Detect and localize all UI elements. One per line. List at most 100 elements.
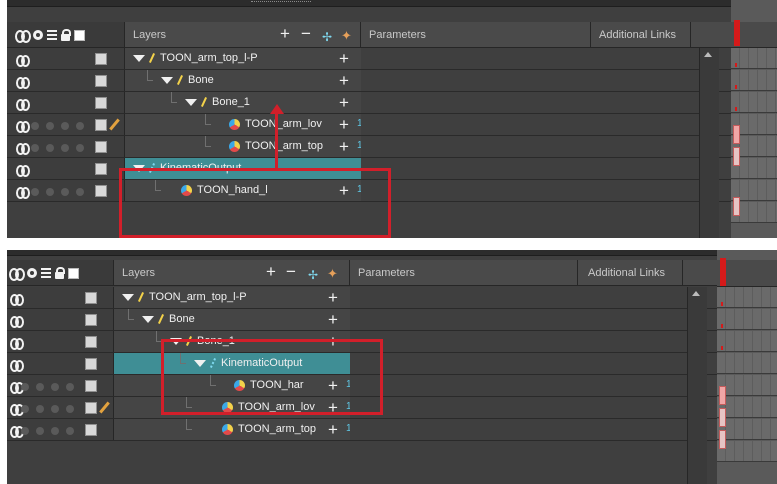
layer-color-swatch[interactable] [85,336,97,348]
layer-toggle-dot[interactable] [46,188,54,196]
visibility-icon[interactable] [16,55,30,67]
add-drawing-icon[interactable]: ✦ [327,264,338,284]
layer-row[interactable]: Bone_1 + [7,331,777,353]
remove-layer-icon[interactable]: − [301,24,311,44]
layer-row[interactable]: TOON_arm_lov +1 [7,114,777,136]
layer-name-cell[interactable]: Bone + [125,70,361,91]
add-param-icon[interactable]: + [339,115,349,135]
scroll-up-icon[interactable] [704,52,712,57]
frame-row[interactable] [731,92,777,113]
layer-toggle-dot[interactable] [61,144,69,152]
layer-color-swatch[interactable] [95,75,107,87]
layer-row[interactable]: TOON_arm_top_l-P + [7,48,777,70]
visibility-icon[interactable] [16,187,30,199]
visibility-icon[interactable] [16,143,30,155]
lock-all-icon[interactable] [61,28,71,41]
playhead-marker[interactable] [720,258,726,286]
layer-color-swatch[interactable] [95,53,107,65]
enable-all-icon[interactable] [33,30,43,40]
frame-row[interactable] [717,353,777,374]
layer-toggle-dot[interactable] [66,383,74,391]
layer-color-swatch[interactable] [95,185,107,197]
add-peg-icon[interactable]: ✢ [308,265,318,285]
layer-toggle-dot[interactable] [36,405,44,413]
visibility-icon[interactable] [16,77,30,89]
visibility-icon[interactable] [10,338,24,350]
layer-toggle-dot[interactable] [51,405,59,413]
frame-row[interactable] [717,331,777,352]
color-swatch-icon[interactable] [74,29,85,41]
show-all-icon[interactable] [9,268,25,281]
visibility-icon[interactable] [16,99,30,111]
layer-toggle-dot[interactable] [61,122,69,130]
add-param-icon[interactable]: + [328,420,338,440]
layer-toggle-dot[interactable] [31,122,39,130]
expand-triangle-icon[interactable] [185,98,197,106]
frames-timeline[interactable] [717,250,777,484]
expand-triangle-icon[interactable] [142,315,154,323]
layer-toggle-dot[interactable] [76,188,84,196]
layer-color-swatch[interactable] [85,314,97,326]
layer-toggle-dot[interactable] [66,427,74,435]
layer-toggle-dot[interactable] [31,188,39,196]
layer-color-swatch[interactable] [85,292,97,304]
layer-row[interactable]: Bone + [7,70,777,92]
frame-row[interactable] [717,375,777,396]
visibility-icon[interactable] [10,360,24,372]
add-param-icon[interactable]: + [339,71,349,91]
exposure-cell[interactable] [733,125,740,144]
frame-row[interactable] [717,287,777,308]
layer-color-swatch[interactable] [85,424,97,436]
animate-mode-icon[interactable] [47,30,57,40]
layer-toggle-dot[interactable] [36,383,44,391]
layer-row[interactable]: TOON_arm_top +1 [7,419,777,441]
visibility-icon[interactable] [16,165,30,177]
layer-name-cell[interactable]: Bone + [114,309,350,330]
add-drawing-icon[interactable]: ✦ [341,26,352,46]
layer-name-cell[interactable]: TOON_arm_top +1 [125,136,363,157]
frame-row[interactable] [717,309,777,330]
layer-row[interactable]: TOON_arm_lov +1 [7,397,777,419]
frame-row[interactable] [717,441,777,462]
layer-toggle-dot[interactable] [46,144,54,152]
scroll-up-icon[interactable] [692,291,700,296]
layer-toggle-dot[interactable] [51,427,59,435]
show-all-icon[interactable] [15,30,31,43]
layer-name-cell[interactable]: TOON_arm_top_l-P + [125,48,361,69]
layer-color-swatch[interactable] [95,141,107,153]
layer-toggle-dot[interactable] [61,188,69,196]
layer-toggle-dot[interactable] [21,383,29,391]
playhead-marker[interactable] [734,20,740,46]
layer-color-swatch[interactable] [85,380,97,392]
color-swatch-icon[interactable] [68,267,79,279]
layer-toggle-dot[interactable] [21,427,29,435]
frame-row[interactable] [717,419,777,440]
add-param-icon[interactable]: + [328,288,338,308]
exposure-cell[interactable] [719,430,726,449]
add-param-icon[interactable]: + [339,49,349,69]
remove-layer-icon[interactable]: − [286,262,296,282]
add-param-icon[interactable]: + [328,310,338,330]
layer-toggle-dot[interactable] [76,144,84,152]
layer-toggle-dot[interactable] [36,427,44,435]
exposure-cell[interactable] [719,386,726,405]
frame-row[interactable] [717,397,777,418]
frames-timeline[interactable] [731,0,777,238]
layer-row[interactable]: KinematicOutput [7,353,777,375]
animate-mode-icon[interactable] [41,268,51,278]
expand-triangle-icon[interactable] [161,76,173,84]
lock-all-icon[interactable] [55,266,65,279]
layer-toggle-dot[interactable] [21,405,29,413]
layer-toggle-dot[interactable] [46,122,54,130]
expand-triangle-icon[interactable] [133,54,145,62]
layer-row[interactable]: Bone_1 + [7,92,777,114]
add-layer-icon[interactable]: + [280,24,290,44]
enable-all-icon[interactable] [27,268,37,278]
layer-name-cell[interactable]: TOON_arm_top_l-P + [114,287,350,308]
layer-toggle-dot[interactable] [76,122,84,130]
exposure-cell[interactable] [733,147,740,166]
visibility-icon[interactable] [16,121,30,133]
layer-name-cell[interactable]: Bone_1 + [125,92,361,113]
visibility-icon[interactable] [10,316,24,328]
vertical-scrollbar[interactable] [687,287,707,484]
